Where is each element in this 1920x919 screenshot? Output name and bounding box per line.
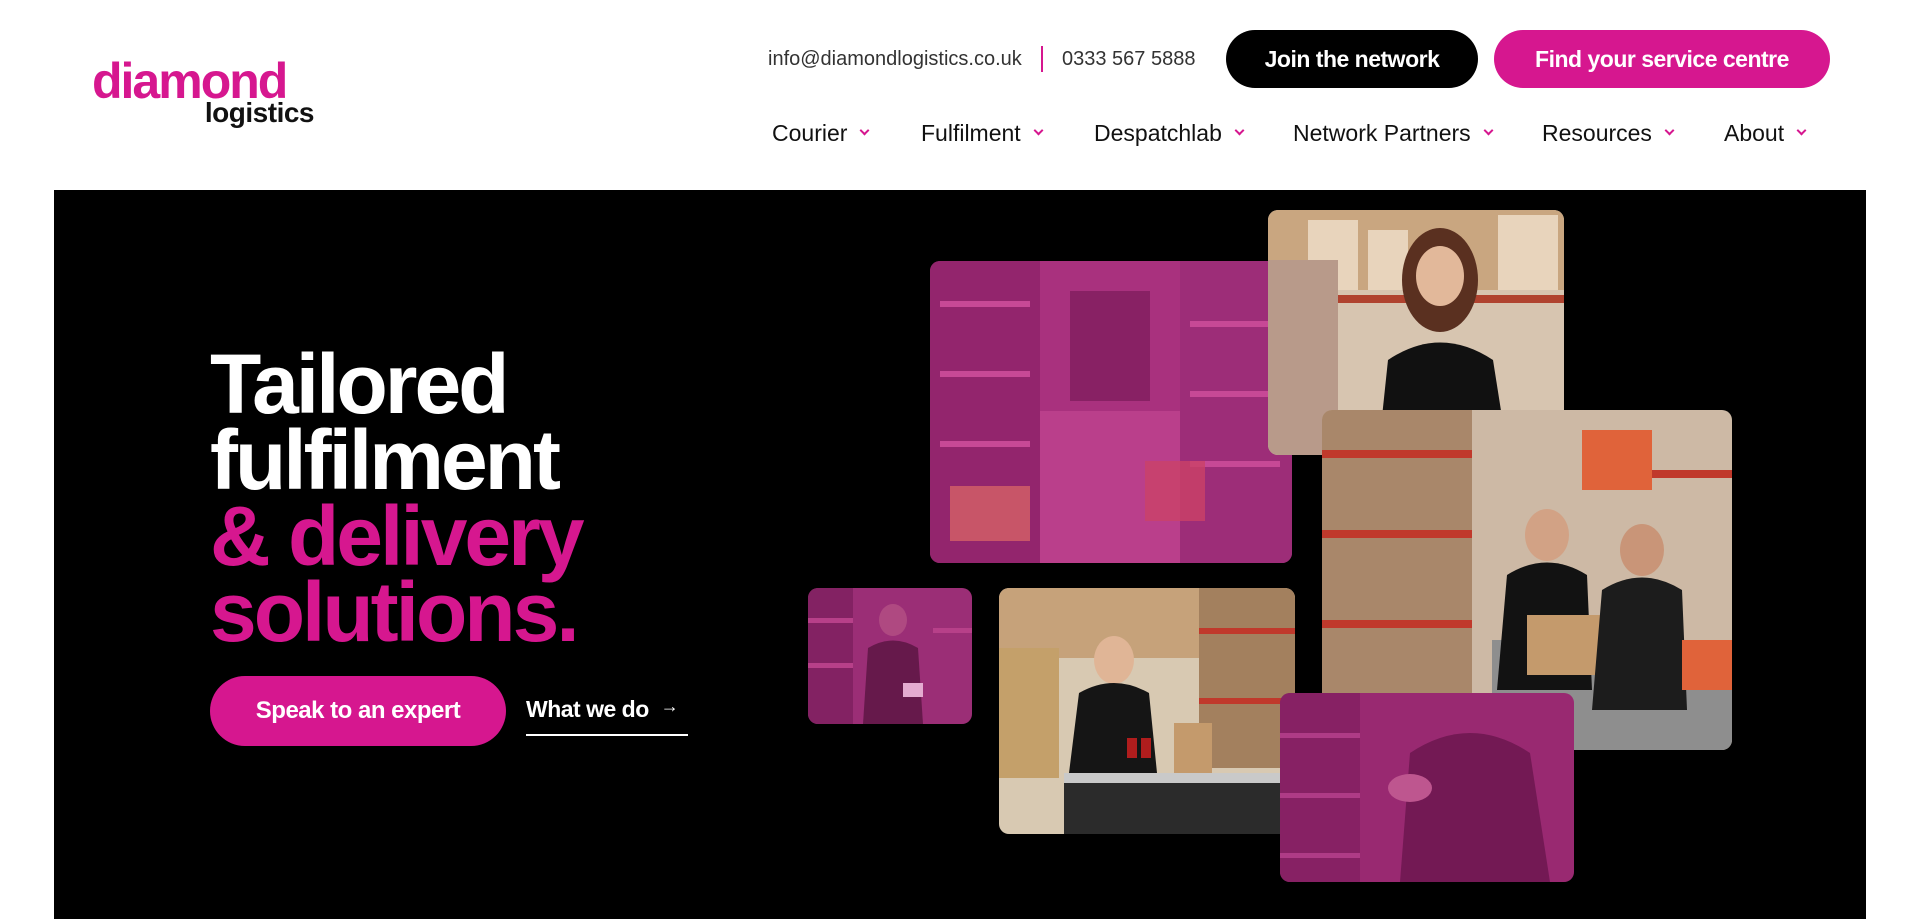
phone-link[interactable]: 0333 567 5888 bbox=[1062, 46, 1195, 72]
email-link[interactable]: info@diamondlogistics.co.uk bbox=[768, 46, 1022, 72]
worker-packing-jars-photo bbox=[999, 588, 1295, 834]
nav-item-label: Resources bbox=[1542, 119, 1652, 146]
nav-item-label: Network Partners bbox=[1293, 119, 1471, 146]
headline-line: fulfilment bbox=[210, 413, 561, 507]
worker-closeup-photo bbox=[1280, 693, 1574, 882]
nav-item-label: Courier bbox=[772, 119, 848, 146]
hero-section: Tailored fulfilment & delivery solutions… bbox=[54, 190, 1866, 919]
arrow-right-icon: → bbox=[660, 696, 679, 716]
nav-item-despatchlab[interactable]: Despatchlab bbox=[1094, 118, 1245, 148]
nav-item-fulfilment[interactable]: Fulfilment bbox=[921, 118, 1044, 148]
headline-line: Tailored bbox=[210, 337, 509, 431]
warehouse-aisle-photo bbox=[930, 261, 1292, 563]
nav-item-network-partners[interactable]: Network Partners bbox=[1293, 118, 1494, 148]
nav-item-label: About bbox=[1724, 119, 1785, 146]
logo-wordmark-bottom: logistics bbox=[204, 97, 315, 128]
nav-item-resources[interactable]: Resources bbox=[1542, 118, 1675, 148]
chevron-down-icon bbox=[1664, 125, 1675, 135]
join-network-button[interactable]: Join the network bbox=[1226, 30, 1478, 88]
logo[interactable]: diamond logistics bbox=[92, 56, 322, 136]
chevron-down-icon bbox=[1033, 125, 1044, 135]
worker-scanning-photo bbox=[808, 588, 972, 724]
hero-headline: Tailored fulfilment & delivery solutions… bbox=[210, 337, 585, 659]
speak-to-expert-button[interactable]: Speak to an expert bbox=[210, 676, 506, 746]
nav-item-courier[interactable]: Courier bbox=[772, 118, 870, 148]
nav-item-about[interactable]: About bbox=[1724, 118, 1807, 148]
what-we-do-label: What we do bbox=[526, 696, 649, 722]
headline-line: & delivery bbox=[210, 489, 585, 583]
chevron-down-icon bbox=[1796, 125, 1807, 135]
find-service-centre-button[interactable]: Find your service centre bbox=[1494, 30, 1830, 88]
headline-line: solutions. bbox=[210, 565, 580, 659]
contact-divider bbox=[1041, 46, 1043, 72]
nav-item-label: Despatchlab bbox=[1094, 119, 1222, 146]
chevron-down-icon bbox=[859, 125, 870, 135]
nav-item-label: Fulfilment bbox=[921, 119, 1021, 146]
chevron-down-icon bbox=[1483, 125, 1494, 135]
site-header: diamond logistics info@diamondlogistics.… bbox=[0, 0, 1920, 190]
what-we-do-link[interactable]: What we do → bbox=[526, 688, 688, 736]
chevron-down-icon bbox=[1234, 125, 1245, 135]
